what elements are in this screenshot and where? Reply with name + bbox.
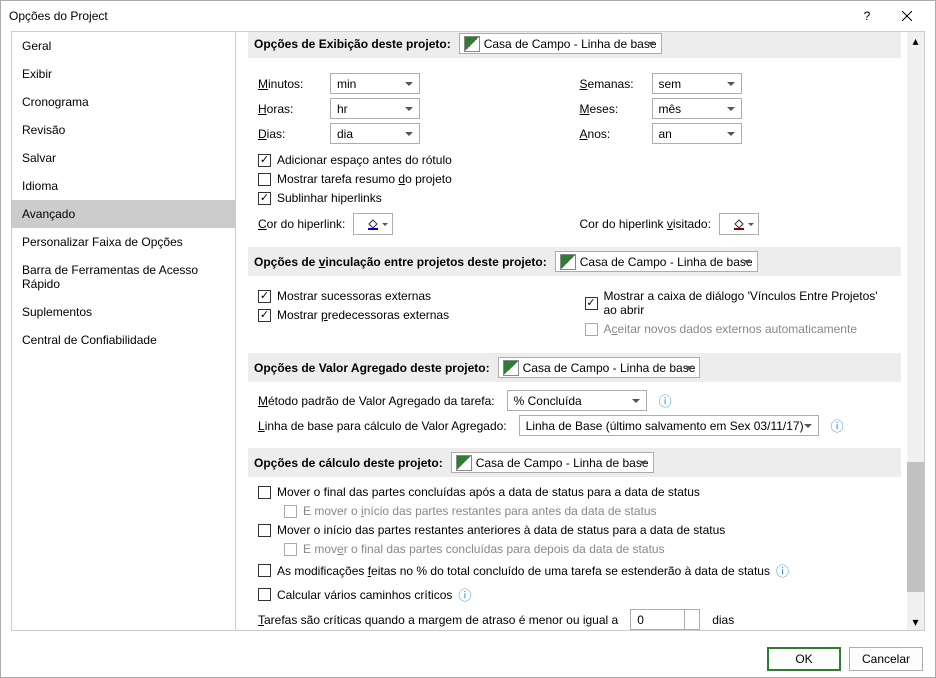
- edits-spread-checkbox[interactable]: [258, 564, 271, 577]
- semanas-dropdown[interactable]: sem: [652, 73, 742, 94]
- and-move-end-checkbox: [284, 543, 297, 556]
- sidebar-item-revisão[interactable]: Revisão: [12, 116, 235, 144]
- ev-baseline-label: Linha de base para cálculo de Valor Agre…: [258, 419, 507, 433]
- show-summary-checkbox[interactable]: [258, 173, 271, 186]
- main-area: GeralExibirCronogramaRevisãoSalvarIdioma…: [1, 31, 935, 631]
- underline-links-label: Sublinhar hiperlinks: [277, 191, 382, 205]
- titlebar: Opções do Project ?: [1, 1, 935, 31]
- slack-label-post: dias: [712, 613, 734, 627]
- and-move-start-label: E mover o início das partes restantes pa…: [303, 504, 657, 518]
- sidebar-item-cronograma[interactable]: Cronograma: [12, 88, 235, 116]
- ev-method-dropdown[interactable]: % Concluída: [507, 390, 647, 411]
- ev-project-dropdown[interactable]: Casa de Campo - Linha de base: [498, 357, 701, 378]
- anos-label: Anos:: [580, 127, 640, 141]
- dias-dropdown[interactable]: dia: [330, 123, 420, 144]
- sidebar-item-geral[interactable]: Geral: [12, 32, 235, 60]
- move-start-label: Mover o início das partes restantes ante…: [277, 523, 725, 537]
- info-icon[interactable]: ⓘ: [831, 416, 844, 435]
- help-button[interactable]: ?: [847, 1, 887, 31]
- move-end-checkbox[interactable]: [258, 486, 271, 499]
- ext-succ-label: Mostrar sucessoras externas: [277, 289, 431, 303]
- section-ev-header: Opções de Valor Agregado deste projeto: …: [248, 353, 901, 382]
- info-icon[interactable]: ⓘ: [776, 561, 789, 580]
- show-dialog-checkbox[interactable]: [585, 297, 598, 310]
- section-link-title: Opções de vinculação entre projetos dest…: [254, 255, 547, 269]
- content-panel: Opções de Exibição deste projeto: Casa d…: [236, 31, 925, 631]
- minutos-label: Minutos:: [258, 77, 318, 91]
- sidebar-item-avançado[interactable]: Avançado: [12, 200, 235, 228]
- section-display-header: Opções de Exibição deste projeto: Casa d…: [248, 32, 901, 58]
- sidebar-item-salvar[interactable]: Salvar: [12, 144, 235, 172]
- add-space-checkbox[interactable]: [258, 154, 271, 167]
- info-icon[interactable]: ⓘ: [458, 585, 471, 604]
- info-icon[interactable]: ⓘ: [659, 391, 672, 410]
- sidebar-item-suplementos[interactable]: Suplementos: [12, 298, 235, 326]
- vertical-scrollbar[interactable]: ▴ ▾: [907, 32, 924, 630]
- visited-color-button[interactable]: [719, 213, 759, 235]
- hyperlink-color-button[interactable]: [353, 213, 393, 235]
- display-project-dropdown[interactable]: Casa de Campo - Linha de base: [459, 33, 662, 54]
- dias-label: Dias:: [258, 127, 318, 141]
- move-end-label: Mover o final das partes concluídas após…: [277, 485, 700, 499]
- sidebar-item-exibir[interactable]: Exibir: [12, 60, 235, 88]
- move-start-checkbox[interactable]: [258, 524, 271, 537]
- underline-links-checkbox[interactable]: [258, 192, 271, 205]
- multi-critical-label: Calcular vários caminhos críticos: [277, 588, 452, 602]
- slack-spinner[interactable]: 0: [630, 609, 700, 630]
- sidebar-item-personalizar-faixa-de-opções[interactable]: Personalizar Faixa de Opções: [12, 228, 235, 256]
- sidebar: GeralExibirCronogramaRevisãoSalvarIdioma…: [11, 31, 236, 631]
- edits-spread-label: As modificações feitas no % do total con…: [277, 564, 770, 578]
- anos-dropdown[interactable]: an: [652, 123, 742, 144]
- section-calc-header: Opções de cálculo deste projeto: Casa de…: [248, 448, 901, 477]
- close-button[interactable]: [887, 1, 927, 31]
- and-move-start-checkbox: [284, 505, 297, 518]
- visited-color-label: Cor do hiperlink visitado:: [580, 217, 711, 231]
- add-space-label: Adicionar espaço antes do rótulo: [277, 153, 452, 167]
- ev-method-label: Método padrão de Valor Agregado da taref…: [258, 394, 495, 408]
- ext-pred-checkbox[interactable]: [258, 309, 271, 322]
- and-move-end-label: E mover o final das partes concluídas pa…: [303, 542, 665, 556]
- close-icon: [902, 11, 912, 21]
- show-dialog-label: Mostrar a caixa de diálogo 'Vínculos Ent…: [604, 289, 892, 317]
- scrollbar-thumb[interactable]: [907, 462, 924, 592]
- multi-critical-checkbox[interactable]: [258, 588, 271, 601]
- minutos-dropdown[interactable]: min: [330, 73, 420, 94]
- calc-project-dropdown[interactable]: Casa de Campo - Linha de base: [451, 452, 654, 473]
- ok-button[interactable]: OK: [767, 647, 841, 671]
- semanas-label: Semanas:: [580, 77, 640, 91]
- section-ev-title: Opções de Valor Agregado deste projeto:: [254, 361, 490, 375]
- hyperlink-color-label: Cor do hiperlink:: [258, 217, 345, 231]
- scroll-down-arrow[interactable]: ▾: [907, 613, 924, 630]
- auto-accept-checkbox: [585, 323, 598, 336]
- bucket-icon: [366, 217, 380, 231]
- slack-label-pre: Tarefas são críticas quando a margem de …: [258, 613, 618, 627]
- ext-pred-label: Mostrar predecessoras externas: [277, 308, 449, 322]
- sidebar-item-central-de-confiabilidade[interactable]: Central de Confiabilidade: [12, 326, 235, 354]
- ev-baseline-dropdown[interactable]: Linha de Base (último salvamento em Sex …: [519, 415, 819, 436]
- sidebar-item-barra-de-ferramentas-de-acesso-rápido[interactable]: Barra de Ferramentas de Acesso Rápido: [12, 256, 235, 298]
- scroll-up-arrow[interactable]: ▴: [907, 32, 924, 49]
- cancel-button[interactable]: Cancelar: [849, 647, 923, 671]
- sidebar-item-idioma[interactable]: Idioma: [12, 172, 235, 200]
- bucket-icon: [732, 217, 746, 231]
- auto-accept-label: Aceitar novos dados externos automaticam…: [604, 322, 858, 336]
- meses-label: Meses:: [580, 102, 640, 116]
- link-project-dropdown[interactable]: Casa de Campo - Linha de base: [555, 251, 758, 272]
- footer: OK Cancelar: [1, 641, 935, 677]
- ext-succ-checkbox[interactable]: [258, 290, 271, 303]
- window-title: Opções do Project: [9, 9, 847, 23]
- meses-dropdown[interactable]: mês: [652, 98, 742, 119]
- section-link-header: Opções de vinculação entre projetos dest…: [248, 247, 901, 276]
- section-calc-title: Opções de cálculo deste projeto:: [254, 456, 443, 470]
- horas-label: Horas:: [258, 102, 318, 116]
- scroll-area: Opções de Exibição deste projeto: Casa d…: [236, 32, 907, 630]
- show-summary-label: Mostrar tarefa resumo do projeto: [277, 172, 452, 186]
- section-display-title: Opções de Exibição deste projeto:: [254, 37, 451, 51]
- horas-dropdown[interactable]: hr: [330, 98, 420, 119]
